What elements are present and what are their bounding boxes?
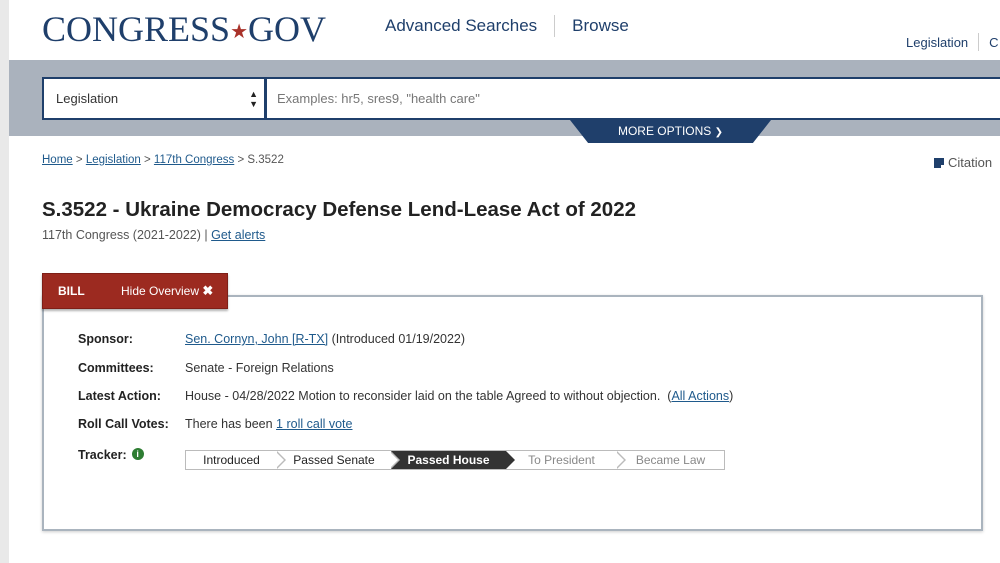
tracker-step-passed-house: Passed House: [391, 451, 515, 469]
citation-label: Citation: [948, 155, 993, 170]
congress-session: 117th Congress (2021-2022): [42, 228, 201, 242]
tracker-row: Tracker: i: [78, 448, 144, 462]
select-arrows-icon: ▲ ▼: [249, 89, 258, 109]
breadcrumb-separator: >: [144, 154, 151, 166]
more-options-button[interactable]: MORE OPTIONS ❯: [570, 120, 771, 143]
page-title: S.3522 - Ukraine Democracy Defense Lend-…: [42, 198, 637, 221]
latest-action-label: Latest Action:: [78, 389, 161, 403]
committees-value: Senate - Foreign Relations: [185, 361, 334, 375]
sponsor-note: (Introduced 01/19/2022): [331, 332, 466, 346]
tracker-label: Tracker:: [78, 448, 127, 462]
all-actions-close-paren: ): [729, 389, 734, 403]
top-link-truncated[interactable]: C: [989, 35, 998, 50]
roll-call-link[interactable]: 1 roll call vote: [276, 417, 352, 431]
top-link-legislation[interactable]: Legislation: [906, 35, 968, 50]
breadcrumb-legislation[interactable]: Legislation: [86, 154, 141, 166]
all-actions-link[interactable]: All Actions: [671, 389, 729, 403]
nav-divider: [554, 15, 556, 37]
breadcrumb-congress[interactable]: 117th Congress: [154, 154, 234, 166]
citation-icon: [934, 158, 944, 168]
breadcrumb-separator: >: [237, 154, 245, 166]
nav-browse[interactable]: Browse: [572, 16, 629, 36]
bill-tracker: Introduced Passed Senate Passed House To…: [185, 450, 725, 470]
roll-call-prefix: There has been: [185, 417, 273, 431]
committees-label: Committees:: [78, 361, 154, 375]
roll-call-row: Roll Call Votes: There has been 1 roll c…: [78, 417, 352, 431]
top-links: Legislation C: [906, 33, 999, 51]
nav-advanced-searches[interactable]: Advanced Searches: [385, 16, 537, 36]
sponsor-label: Sponsor:: [78, 332, 133, 346]
subtitle-divider: |: [204, 228, 208, 242]
logo-star-icon: ★: [230, 21, 248, 43]
breadcrumb-current: S.3522: [247, 154, 284, 166]
latest-action-value: House - 04/28/2022 Motion to reconsider …: [185, 389, 661, 403]
site-header: CONGRESS★GOV Advanced Searches Browse Le…: [9, 0, 1000, 60]
bill-tab-label: BILL: [58, 284, 85, 298]
hide-overview-button[interactable]: Hide Overview ✖: [121, 283, 213, 299]
search-input[interactable]: [266, 77, 1000, 120]
collection-select[interactable]: Legislation ▲ ▼: [42, 77, 266, 120]
close-icon: ✖: [202, 283, 214, 298]
left-edge-strip: [0, 0, 9, 563]
info-icon[interactable]: i: [131, 448, 144, 460]
bill-tab[interactable]: BILL Hide Overview ✖: [42, 273, 228, 309]
bill-subtitle: 117th Congress (2021-2022) | Get alerts: [42, 228, 265, 242]
get-alerts-link[interactable]: Get alerts: [211, 228, 265, 242]
collection-select-value: Legislation: [56, 91, 119, 106]
top-link-divider: [978, 33, 980, 51]
tracker-step-introduced: Introduced: [186, 451, 286, 469]
latest-action-row: Latest Action: House - 04/28/2022 Motion…: [78, 389, 733, 403]
main-nav: Advanced Searches Browse: [385, 15, 629, 37]
breadcrumb-separator: >: [75, 154, 83, 166]
breadcrumb: Home > Legislation > 117th Congress > S.…: [42, 154, 284, 166]
roll-call-label: Roll Call Votes:: [78, 417, 169, 431]
committees-row: Committees: Senate - Foreign Relations: [78, 361, 334, 375]
tracker-step-passed-senate: Passed Senate: [277, 451, 400, 469]
sponsor-row: Sponsor: Sen. Cornyn, John [R-TX] (Intro…: [78, 332, 465, 346]
more-options-label: MORE OPTIONS: [617, 124, 712, 138]
tracker-step-became-law: Became Law: [617, 451, 724, 469]
tracker-step-to-president: To President: [506, 451, 626, 469]
chevron-down-icon: ❯: [714, 127, 724, 138]
search-band: Legislation ▲▼ MORE OPTIONS ❯: [9, 60, 1000, 143]
congress-gov-logo[interactable]: CONGRESS★GOV: [42, 8, 326, 50]
sponsor-link[interactable]: Sen. Cornyn, John [R-TX]: [185, 332, 328, 346]
breadcrumb-home[interactable]: Home: [42, 154, 73, 166]
bill-overview-panel: Sponsor: Sen. Cornyn, John [R-TX] (Intro…: [42, 295, 983, 531]
citation-link[interactable]: Citation: [934, 155, 992, 170]
